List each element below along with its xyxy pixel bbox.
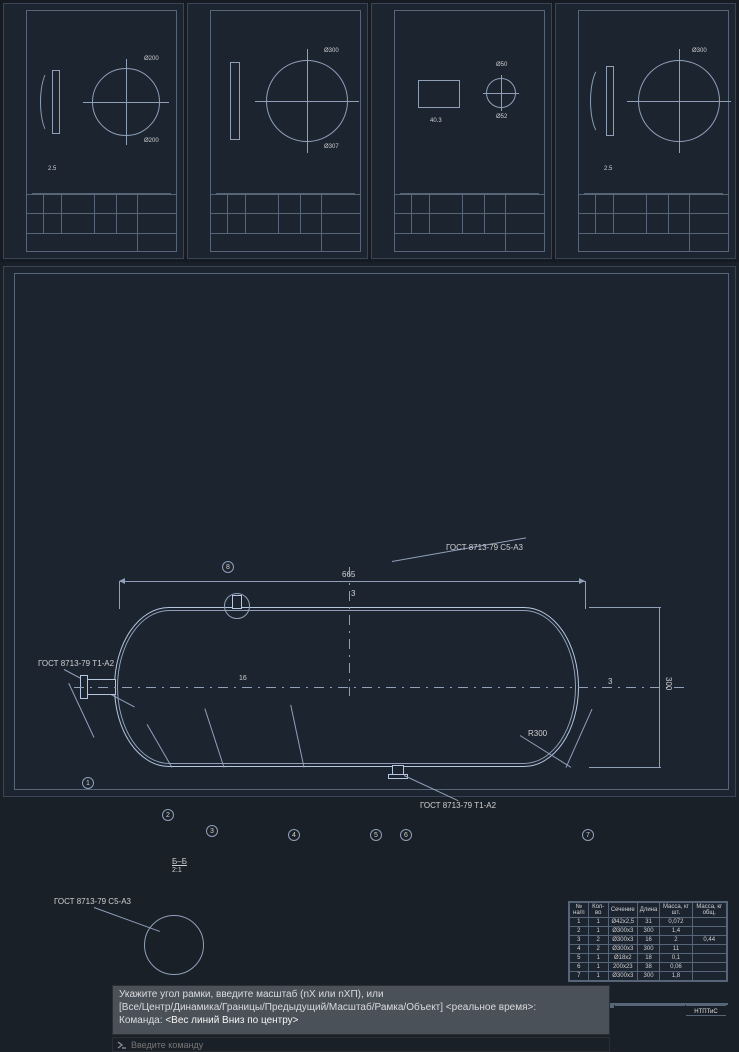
cmd-line-1: Укажите угол рамки, введите масштаб (nX … (119, 989, 603, 1000)
table-row: 11Ø42x2,5310,072 (570, 918, 727, 927)
ext-bot-dia (589, 767, 661, 768)
table-row: 21Ø300x33001,4 (570, 927, 727, 936)
circle-front-view (638, 60, 720, 142)
dim-od: Ø300 (324, 48, 339, 54)
cmd-line-2: [Все/Центр/Динамика/Границы/Предыдущий/М… (119, 1002, 603, 1013)
weld-leader-detail (94, 907, 160, 932)
balloon-2: 2 (162, 809, 174, 821)
table-row: 32Ø300x31620,44 (570, 936, 727, 945)
dim-flange: Ø200 (144, 138, 159, 144)
table-row: 61200x23380,06 (570, 963, 727, 972)
weld-callout-top-right: ГОСТ 8713-79 С5-А3 (446, 543, 523, 552)
thumb-sheet-4[interactable]: Ø300 2.5 (555, 3, 736, 259)
dim-od: Ø200 (144, 56, 159, 62)
cmd-line-3: Команда: <Вес линий Вниз по центру> (119, 1015, 603, 1026)
flange-side-view (52, 70, 60, 134)
dim-flange: Ø52 (496, 114, 507, 120)
flange-side-view (606, 66, 614, 136)
command-history-panel: Укажите угол рамки, введите масштаб (nX … (112, 985, 610, 1035)
balloon-5: 5 (370, 829, 382, 841)
balloon-4: 4 (288, 829, 300, 841)
table-row: 71Ø300x33001,8 (570, 972, 727, 981)
ext-line-l (119, 581, 120, 609)
dim-flange: Ø307 (324, 144, 339, 150)
balloon-1: 1 (82, 777, 94, 789)
detail-label: Б–Б (172, 857, 187, 866)
circle-front-view (486, 78, 516, 108)
centerline-horizontal (74, 687, 685, 688)
weld-callout-left: ГОСТ 8713-79 Т1-А2 (38, 659, 114, 668)
detail-scale: 2:1 (172, 867, 182, 874)
rect-side-view (418, 80, 460, 108)
flange-side-view (230, 62, 240, 140)
detail-circle-b (224, 593, 250, 619)
title-block (210, 194, 361, 252)
sheet-drawing-1: Ø200 Ø200 2.5 (32, 18, 171, 194)
parts-table: № на/п Кол-во Сечение Длина Масса, кг шт… (568, 901, 728, 982)
thumb-sheet-1[interactable]: Ø200 Ø200 2.5 (3, 3, 184, 259)
sheet-drawing-3: Ø50 Ø52 40.3 (400, 18, 539, 194)
cmd-value: <Вес линий Вниз по центру> (165, 1015, 298, 1026)
detail-b-view-circle (144, 915, 204, 975)
main-drawing-sheet[interactable]: 665 3 ГОСТ 8713-79 С5-А3 ГОСТ 8713-79 Т1… (3, 266, 736, 797)
table-row: 51Ø18x2180,1 (570, 954, 727, 963)
dim-dia-line (659, 607, 660, 767)
title-block (394, 194, 545, 252)
command-input[interactable] (131, 1040, 605, 1050)
thumb-sheet-2[interactable]: Ø300 Ø307 (187, 3, 368, 259)
weld-callout-detail: ГОСТ 8713-79 С5-А3 (54, 897, 131, 906)
dim-length (119, 581, 585, 582)
stamp-proj: НТПТиС (686, 1006, 726, 1016)
weld-callout-bottom: ГОСТ 8713-79 Т1-А2 (420, 801, 496, 810)
command-prompt-icon (117, 1040, 127, 1050)
circle-front-view (266, 60, 348, 142)
dim-shell-th: 3 (351, 589, 355, 598)
centerline-vertical (349, 567, 350, 696)
neck-dim: 16 (239, 675, 247, 682)
table-row: 42Ø300x330011 (570, 945, 727, 954)
dim-od: Ø50 (496, 62, 507, 68)
dim-th: 2.5 (604, 166, 612, 172)
dim-diameter: 300 (664, 677, 673, 690)
dim-th: 2.5 (48, 166, 56, 172)
sheet-drawing-4: Ø300 2.5 (584, 18, 723, 194)
radius-value: R300 (528, 729, 547, 738)
command-input-bar[interactable] (112, 1037, 610, 1052)
ext-line-r (585, 581, 586, 609)
thumb-sheet-3[interactable]: Ø50 Ø52 40.3 (371, 3, 552, 259)
balloon-3: 3 (206, 825, 218, 837)
dim-od: Ø300 (692, 48, 707, 54)
sheet-drawing-2: Ø300 Ø307 (216, 18, 355, 194)
dim-rect-w: 40.3 (430, 118, 442, 124)
title-block (26, 194, 177, 252)
thumbnail-sheets-row: Ø200 Ø200 2.5 Ø300 Ø307 Ø50 (0, 0, 739, 262)
parts-table-header: № на/п Кол-во Сечение Длина Масса, кг шт… (570, 903, 727, 918)
shell-th-right: 3 (608, 677, 612, 686)
cmd-label: Команда: (119, 1015, 163, 1026)
title-block (578, 194, 729, 252)
balloon-8: 8 (222, 561, 234, 573)
balloon-7: 7 (582, 829, 594, 841)
balloon-6: 6 (400, 829, 412, 841)
circle-front-view (92, 68, 160, 136)
ext-top-dia (589, 607, 661, 608)
